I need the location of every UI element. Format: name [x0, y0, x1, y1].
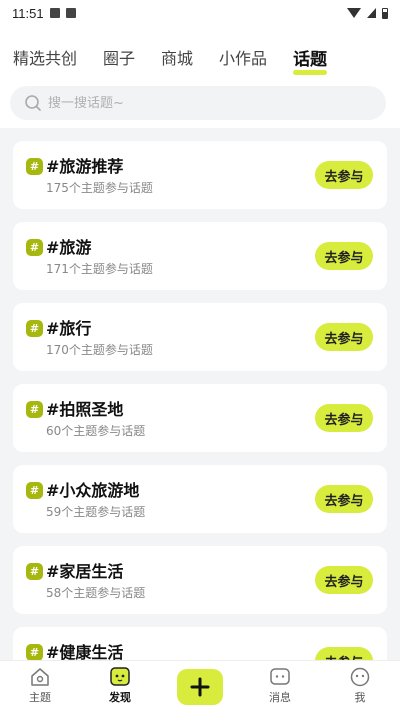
- join-button[interactable]: 去参与: [315, 404, 373, 432]
- topic-count: 58个主题参与话题: [46, 586, 146, 600]
- hashtag-icon: #: [26, 482, 43, 499]
- topic-title: #家居生活: [46, 562, 124, 581]
- status-time: 11:51: [12, 5, 44, 21]
- topic-title: #旅游推荐: [46, 157, 124, 176]
- hashtag-icon: #: [26, 563, 43, 580]
- join-button[interactable]: 去参与: [315, 161, 373, 189]
- hashtag-icon: #: [26, 401, 43, 418]
- plus-icon: [190, 677, 210, 697]
- join-button[interactable]: 去参与: [315, 485, 373, 513]
- tab-short-works[interactable]: 小作品: [219, 45, 267, 69]
- nav-messages-label: 消息: [269, 691, 291, 704]
- gallery-notification-icon: [49, 8, 60, 18]
- topic-title: #拍照圣地: [46, 400, 124, 419]
- wifi-icon: [347, 8, 361, 18]
- nav-me[interactable]: 我: [320, 661, 400, 710]
- nav-messages[interactable]: 消息: [240, 661, 320, 710]
- status-bar: 11:51: [0, 0, 400, 26]
- discover-icon: [110, 667, 130, 686]
- topic-count: 59个主题参与话题: [46, 505, 146, 519]
- search-icon: [25, 95, 41, 111]
- topic-count: 170个主题参与话题: [46, 343, 153, 357]
- nav-create[interactable]: [160, 661, 240, 710]
- signal-icon: [367, 8, 376, 18]
- join-button[interactable]: 去参与: [315, 323, 373, 351]
- create-button[interactable]: [177, 669, 223, 705]
- topic-count: 60个主题参与话题: [46, 424, 146, 438]
- nav-me-label: 我: [354, 691, 366, 704]
- top-tabs: 精选共创 圈子 商城 小作品 话题: [0, 40, 400, 75]
- tab-mall[interactable]: 商城: [161, 45, 193, 69]
- nav-discover-label: 发现: [109, 691, 131, 704]
- tab-featured[interactable]: 精选共创: [13, 45, 77, 69]
- topic-card[interactable]: # #旅游 171个主题参与话题 去参与: [13, 222, 387, 290]
- hashtag-icon: #: [26, 158, 43, 175]
- topic-title: #旅行: [46, 319, 92, 338]
- topic-card[interactable]: # #健康生活 去参与: [13, 627, 387, 660]
- app-notification-icon: [65, 8, 76, 18]
- nav-discover[interactable]: 发现: [80, 661, 160, 710]
- profile-icon: [350, 667, 370, 687]
- join-button[interactable]: 去参与: [315, 647, 373, 660]
- message-icon: [270, 668, 290, 685]
- topic-count: 171个主题参与话题: [46, 262, 153, 276]
- hashtag-icon: #: [26, 644, 43, 660]
- topic-count: 175个主题参与话题: [46, 181, 153, 195]
- bottom-nav: 主题 发现 消息 我: [0, 660, 400, 710]
- tab-topics[interactable]: 话题: [293, 45, 328, 75]
- battery-icon: [382, 7, 388, 19]
- hashtag-icon: #: [26, 320, 43, 337]
- search-bar[interactable]: [10, 86, 386, 120]
- home-icon: [31, 668, 49, 686]
- topic-title: #健康生活: [46, 643, 124, 660]
- search-input[interactable]: [48, 95, 348, 111]
- nav-home-label: 主题: [29, 691, 51, 704]
- topic-card[interactable]: # #旅行 170个主题参与话题 去参与: [13, 303, 387, 371]
- tab-circles[interactable]: 圈子: [103, 45, 135, 69]
- join-button[interactable]: 去参与: [315, 566, 373, 594]
- topic-card[interactable]: # #小众旅游地 59个主题参与话题 去参与: [13, 465, 387, 533]
- topic-title: #小众旅游地: [46, 481, 140, 500]
- hashtag-icon: #: [26, 239, 43, 256]
- join-button[interactable]: 去参与: [315, 242, 373, 270]
- topic-card[interactable]: # #拍照圣地 60个主题参与话题 去参与: [13, 384, 387, 452]
- topic-card[interactable]: # #家居生活 58个主题参与话题 去参与: [13, 546, 387, 614]
- nav-home[interactable]: 主题: [0, 661, 80, 710]
- topic-title: #旅游: [46, 238, 92, 257]
- topic-card[interactable]: # #旅游推荐 175个主题参与话题 去参与: [13, 141, 387, 209]
- topic-list[interactable]: # #旅游推荐 175个主题参与话题 去参与 # #旅游 171个主题参与话题 …: [0, 128, 400, 660]
